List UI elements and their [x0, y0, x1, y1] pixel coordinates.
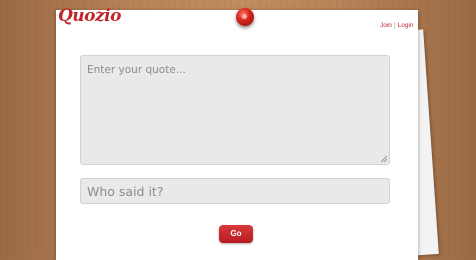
author-placeholder: Who said it?	[87, 184, 164, 199]
resize-handle-icon[interactable]	[381, 156, 387, 162]
auth-links: Join | Login	[380, 22, 414, 29]
pushpin-icon	[236, 8, 254, 26]
auth-separator: |	[393, 22, 396, 29]
author-input[interactable]: Who said it?	[80, 178, 390, 204]
quote-textarea[interactable]: Enter your quote...	[80, 55, 390, 165]
go-button[interactable]: Go	[219, 225, 253, 243]
pushpin-highlight	[242, 14, 247, 19]
login-link[interactable]: Login	[398, 22, 414, 29]
quote-placeholder: Enter your quote...	[87, 64, 186, 76]
join-link[interactable]: Join	[380, 22, 392, 29]
quozio-logo[interactable]: Quozio	[58, 6, 121, 26]
